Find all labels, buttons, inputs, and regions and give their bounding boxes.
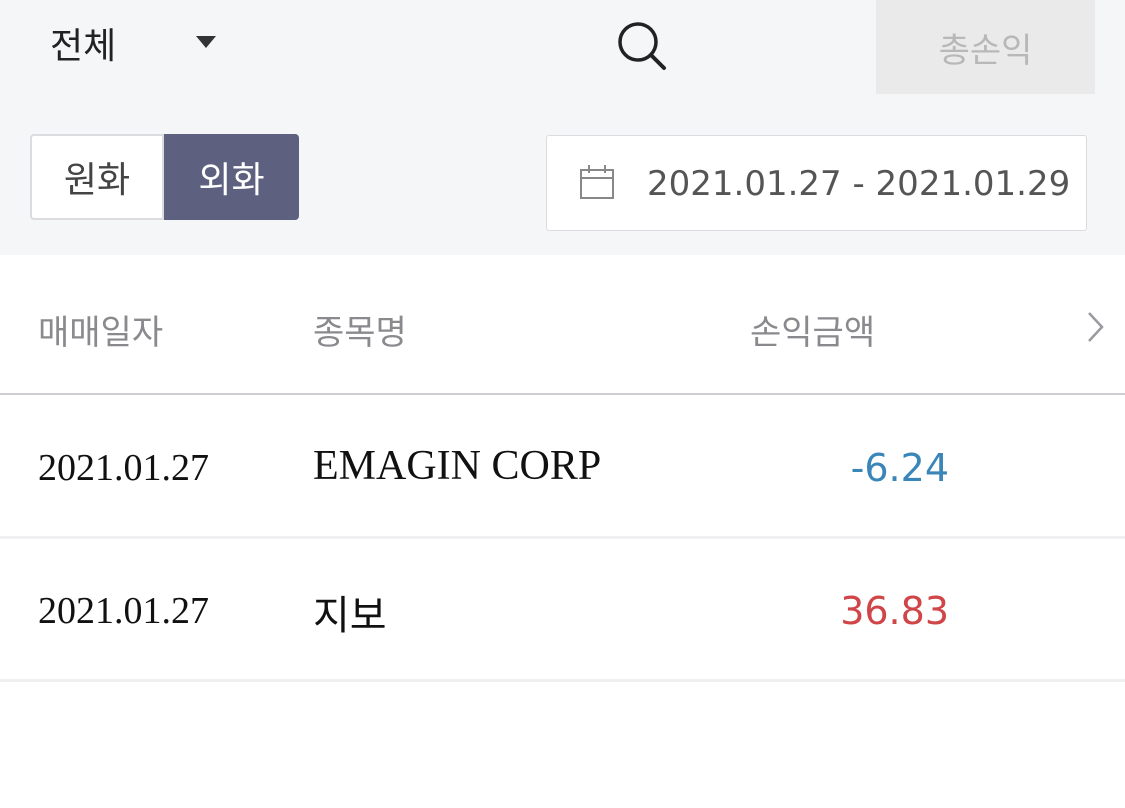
table-row[interactable]: 2021.01.27 EMAGIN CORP -6.24 — [0, 396, 1125, 539]
calendar-icon — [580, 165, 614, 199]
trade-date-cell: 2021.01.27 — [38, 447, 209, 489]
date-range-picker[interactable]: 2021.01.27 - 2021.01.29 — [546, 135, 1087, 231]
total-pnl-button[interactable]: 총손익 — [876, 0, 1095, 94]
chevron-right-icon[interactable] — [1082, 310, 1108, 344]
pnl-amount-cell: -6.24 — [850, 446, 949, 490]
stock-name-cell: EMAGIN CORP — [313, 443, 602, 489]
currency-fx-button[interactable]: 외화 — [164, 134, 299, 220]
date-range-text: 2021.01.27 - 2021.01.29 — [647, 164, 1071, 204]
stock-name-cell: 지보 — [313, 593, 387, 639]
market-filter-dropdown[interactable]: 전체 — [50, 18, 230, 68]
currency-krw-button[interactable]: 원화 — [30, 134, 164, 220]
pnl-amount-cell: 36.83 — [840, 589, 949, 633]
caret-down-icon — [196, 36, 216, 48]
currency-toggle: 원화 외화 — [30, 134, 299, 220]
filter-panel: 전체 총손익 원화 외화 2021.01.27 - 2021.01.29 — [0, 0, 1125, 255]
column-header-stock-name: 종목명 — [313, 313, 407, 353]
table-header: 매매일자 종목명 손익금액 — [0, 255, 1125, 395]
market-filter-label: 전체 — [50, 26, 117, 67]
column-header-trade-date: 매매일자 — [38, 313, 164, 353]
trade-date-cell: 2021.01.27 — [38, 590, 209, 632]
column-header-pnl-amount: 손익금액 — [750, 313, 876, 353]
search-icon — [618, 22, 666, 70]
search-button[interactable] — [612, 16, 672, 76]
table-row[interactable]: 2021.01.27 지보 36.83 — [0, 539, 1125, 682]
